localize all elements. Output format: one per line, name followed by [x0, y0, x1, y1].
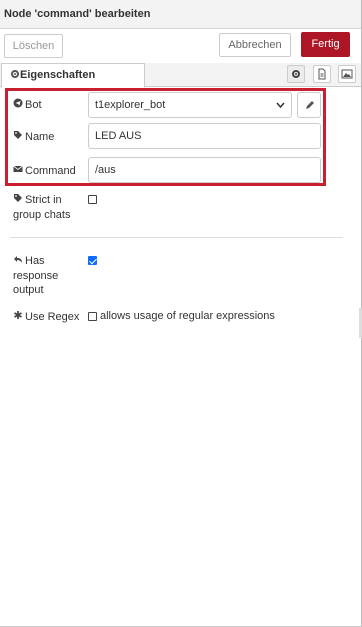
response-label-line1: Has: [25, 255, 45, 267]
command-input[interactable]: /aus: [88, 157, 321, 183]
edit-dialog: Node 'command' bearbeiten Löschen Abbrec…: [0, 0, 362, 627]
divider: [10, 237, 343, 238]
document-icon: [318, 68, 326, 80]
pencil-icon: [306, 101, 314, 109]
gear-icon: [10, 69, 20, 82]
telegram-icon: [13, 98, 25, 111]
description-tab-button[interactable]: [313, 65, 331, 83]
regex-description: allows usage of regular expressions: [100, 310, 275, 322]
command-label-text: Command: [25, 165, 76, 177]
response-checkbox[interactable]: [88, 256, 97, 265]
edit-bot-button[interactable]: [297, 92, 321, 118]
envelope-icon: [13, 164, 25, 177]
response-label-line2: response: [13, 270, 59, 282]
name-label: Name: [13, 130, 54, 143]
settings-tab-button[interactable]: [287, 65, 305, 83]
name-input[interactable]: LED AUS: [88, 123, 321, 149]
asterisk-icon: [13, 310, 25, 323]
tab-properties-label: Eigenschaften: [20, 69, 96, 81]
strict-checkbox[interactable]: [88, 195, 97, 204]
strict-label: Strict in group chats: [13, 193, 70, 222]
bot-label-text: Bot: [25, 99, 42, 111]
done-button[interactable]: Fertig: [301, 32, 350, 57]
bot-label: Bot: [13, 98, 42, 111]
gear-icon: [292, 70, 300, 78]
tag-icon: [13, 130, 25, 143]
bot-select[interactable]: t1explorer_bot: [88, 92, 292, 118]
dialog-title: Node 'command' bearbeiten: [4, 8, 151, 20]
strict-label-line2: group chats: [13, 209, 71, 221]
appearance-icon: [341, 69, 353, 79]
tag-icon: [13, 193, 25, 208]
delete-button[interactable]: Löschen: [4, 34, 63, 58]
regex-label: Use Regex: [13, 310, 79, 323]
dialog-header: Node 'command' bearbeiten: [0, 0, 361, 29]
name-label-text: Name: [25, 131, 55, 143]
regex-label-text: Use Regex: [25, 311, 80, 323]
cancel-button[interactable]: Abbrechen: [219, 33, 291, 57]
tab-properties[interactable]: Eigenschaften: [1, 63, 145, 88]
strict-label-line1: Strict in: [25, 194, 62, 206]
response-label: Has response output: [13, 254, 58, 297]
command-label: Command: [13, 164, 76, 177]
reply-icon: [13, 254, 25, 269]
chevron-down-icon: [276, 93, 285, 127]
regex-checkbox[interactable]: [88, 312, 97, 321]
bot-select-value: t1explorer_bot: [95, 99, 166, 111]
response-label-line3: output: [13, 284, 44, 296]
appearance-tab-button[interactable]: [338, 65, 356, 83]
